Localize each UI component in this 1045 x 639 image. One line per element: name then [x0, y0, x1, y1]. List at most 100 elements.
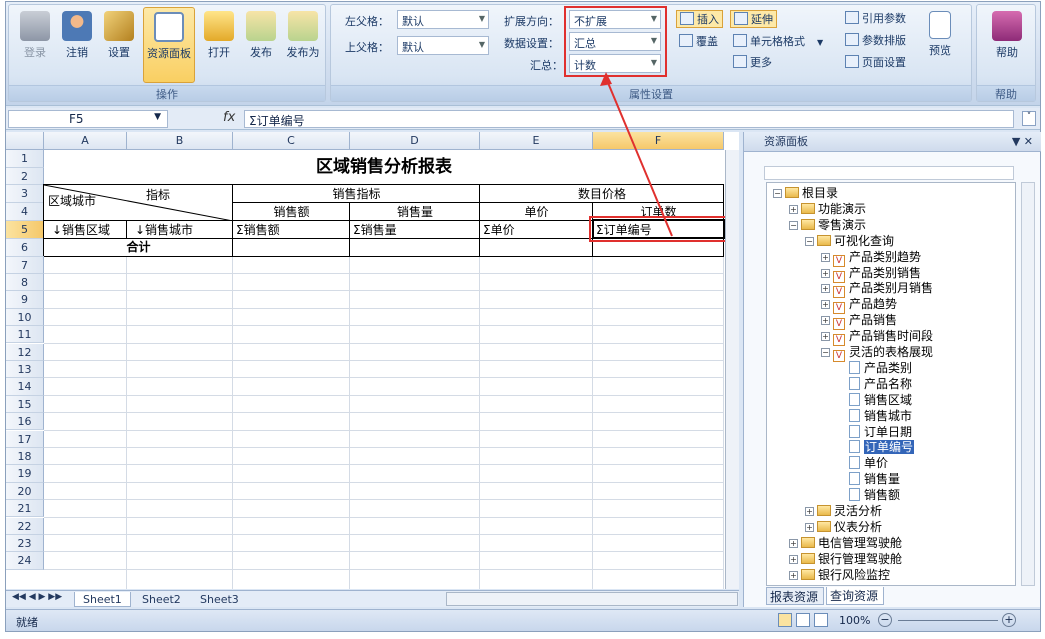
tree-item[interactable]: 产品类别 [837, 360, 912, 376]
tree-item[interactable]: + 仪表分析 [805, 519, 882, 535]
cell-A5[interactable]: ↓销售区域 [52, 221, 129, 239]
tab-query-resources[interactable]: 查询资源 [826, 587, 884, 605]
row-header-12[interactable]: 12 [6, 343, 44, 361]
row-header-24[interactable]: 24 [6, 552, 44, 570]
column-header-B[interactable]: B [127, 132, 233, 150]
row-header-6[interactable]: 6 [6, 239, 44, 257]
collapse-icon[interactable]: − [773, 189, 782, 198]
row-header-20[interactable]: 20 [6, 482, 44, 501]
tree-item[interactable]: + 银行管理驾驶舱 [789, 551, 902, 567]
row-header-15[interactable]: 15 [6, 395, 44, 414]
row-header-14[interactable]: 14 [6, 378, 44, 396]
cell-format-button[interactable]: 单元格格式 ▼ [730, 33, 826, 51]
row-header-2[interactable]: 2 [6, 167, 44, 185]
cell-D5[interactable]: Σ销售量 [353, 221, 477, 239]
column-header-A[interactable]: A [44, 132, 127, 150]
tree-item[interactable]: 销售额 [837, 487, 900, 503]
grid-corner[interactable] [6, 132, 44, 150]
expand-icon[interactable]: + [821, 284, 830, 294]
tree-item[interactable]: − 零售演示 [789, 217, 866, 233]
header-sales-qty[interactable]: 销售量 [350, 203, 480, 221]
tab-sheet1[interactable]: Sheet1 [74, 592, 131, 607]
tab-sheet2[interactable]: Sheet2 [134, 592, 189, 607]
tree-item[interactable]: + V 产品类别销售 [821, 265, 921, 283]
top-parent-combo[interactable]: 默认 ▼ [397, 36, 489, 55]
row-header-17[interactable]: 17 [6, 430, 44, 448]
cell-C5[interactable]: Σ销售额 [236, 221, 347, 239]
fx-icon[interactable]: fx [223, 110, 235, 125]
header-region-city[interactable]: 区域城市 [48, 193, 118, 209]
row-header-23[interactable]: 23 [6, 534, 44, 553]
tree-item[interactable]: 产品名称 [837, 376, 912, 392]
ref-param-button[interactable]: 引用参数 [845, 10, 906, 28]
insert-button[interactable]: 插入 [676, 10, 723, 28]
tree-scrollbar[interactable] [1021, 182, 1035, 586]
tree-item[interactable]: + V 产品销售 [821, 312, 897, 331]
tree-item[interactable]: 销售量 [837, 471, 900, 487]
row-header-5[interactable]: 5 [6, 221, 44, 239]
more-button[interactable]: 更多 [730, 54, 775, 72]
row-header-3[interactable]: 3 [6, 185, 44, 203]
collapse-icon[interactable]: − [821, 348, 830, 357]
expand-icon[interactable]: + [821, 252, 830, 262]
header-indicator[interactable]: 指标 [146, 187, 206, 203]
row-header-1[interactable]: 1 [6, 150, 44, 168]
close-icon[interactable]: ▼ ✕ [1012, 132, 1033, 152]
row-header-10[interactable]: 10 [6, 308, 44, 327]
column-header-D[interactable]: D [350, 132, 480, 150]
expand-icon[interactable]: + [789, 570, 798, 580]
help-button[interactable]: 帮助 [987, 7, 1027, 83]
tree-item[interactable]: + V 产品销售时间段 [821, 328, 933, 347]
header-sales-amount[interactable]: 销售额 [233, 203, 350, 221]
name-box[interactable]: F5 ▼ [8, 110, 168, 128]
page-break-icon[interactable] [814, 613, 828, 627]
expand-icon[interactable]: + [805, 522, 814, 532]
tree-item[interactable]: − 可视化查询 [805, 233, 894, 249]
publish-as-button[interactable]: 发布为 [281, 7, 325, 83]
tree-item[interactable]: 销售城市 [837, 408, 912, 424]
zoom-out-icon[interactable]: − [878, 613, 892, 627]
tree-item[interactable]: 订单日期 [837, 424, 912, 440]
tree-item[interactable]: 单价 [837, 455, 888, 471]
expand-icon[interactable]: + [789, 204, 798, 214]
row-header-9[interactable]: 9 [6, 291, 44, 309]
login-button[interactable]: 登录 [15, 7, 55, 83]
tab-sheet3[interactable]: Sheet3 [192, 592, 247, 607]
tree-item[interactable]: + V 产品趋势 [821, 296, 897, 315]
row-header-11[interactable]: 11 [6, 326, 44, 344]
tree-item[interactable]: 订单编号 [837, 439, 915, 455]
expand-icon[interactable]: + [789, 538, 798, 548]
normal-view-icon[interactable] [778, 613, 792, 627]
panel-search-input[interactable] [764, 166, 1014, 180]
row-header-7[interactable]: 7 [6, 256, 44, 274]
tree-item[interactable]: + 功能演示 [789, 201, 866, 217]
total-label[interactable]: 合计 [44, 239, 233, 257]
header-unit-price[interactable]: 单价 [480, 203, 593, 221]
page-layout-icon[interactable] [796, 613, 810, 627]
spreadsheet-grid[interactable]: A B C D E F 1 2 3 4 5 6 7 8 9 10 11 12 13 14 15 16 17 18 19 20 21 2… [6, 132, 739, 589]
column-header-F[interactable]: F [593, 132, 724, 150]
tree-item[interactable]: + 灵活分析 [805, 503, 882, 519]
resource-panel-button[interactable]: 资源面板 [143, 7, 195, 83]
expand-icon[interactable]: + [821, 300, 830, 310]
row-header-22[interactable]: 22 [6, 517, 44, 535]
param-layout-button[interactable]: 参数排版 [845, 32, 906, 50]
row-header-16[interactable]: 16 [6, 413, 44, 431]
publish-button[interactable]: 发布 [241, 7, 281, 83]
tree-item[interactable]: + V 产品类别趋势 [821, 249, 921, 267]
tab-report-resources[interactable]: 报表资源 [766, 587, 824, 605]
tree-item[interactable]: − 根目录 [773, 185, 838, 201]
tree-item[interactable]: + 银行风险监控 [789, 567, 890, 583]
horizontal-scrollbar[interactable] [446, 592, 738, 606]
page-setup-button[interactable]: 页面设置 [845, 54, 906, 72]
tree-item[interactable]: 销售区域 [837, 392, 912, 408]
sheet-nav-icon[interactable]: ◀◀ ◀ ▶ ▶▶ [12, 592, 62, 602]
zoom-slider[interactable] [898, 620, 998, 621]
zoom-in-icon[interactable]: + [1002, 613, 1016, 627]
header-sales-indicator[interactable]: 销售指标 [233, 185, 480, 203]
preview-button[interactable]: 预览 [921, 7, 959, 83]
row-header-18[interactable]: 18 [6, 447, 44, 466]
row-header-19[interactable]: 19 [6, 465, 44, 483]
report-title[interactable]: 区域销售分析报表 [44, 150, 724, 185]
tree-item[interactable]: + 电信管理驾驶舱 [789, 535, 902, 551]
